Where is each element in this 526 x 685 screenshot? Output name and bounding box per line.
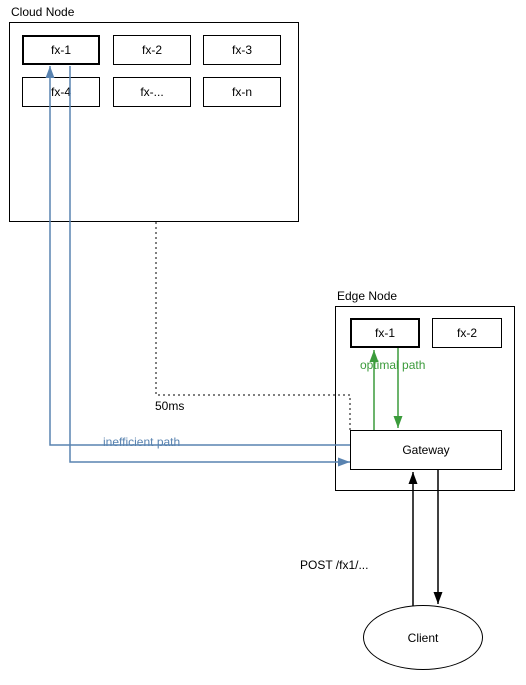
cloud-fx-1: fx-1 bbox=[22, 35, 100, 65]
optimal-path-label: optimal path bbox=[360, 358, 425, 372]
cloud-fx-4: fx-4 bbox=[22, 77, 100, 107]
cloud-node-title: Cloud Node bbox=[11, 5, 74, 19]
edge-fx-1: fx-1 bbox=[350, 318, 420, 348]
inefficient-path-label: inefficient path bbox=[103, 435, 180, 449]
edge-node-title: Edge Node bbox=[337, 289, 397, 303]
cloud-fx-n: fx-n bbox=[203, 77, 281, 107]
cloud-fx-3: fx-3 bbox=[203, 35, 281, 65]
cloud-fx-ellipsis: fx-... bbox=[113, 77, 191, 107]
cloud-fx-2: fx-2 bbox=[113, 35, 191, 65]
client-ellipse: Client bbox=[363, 605, 483, 670]
edge-fx-2: fx-2 bbox=[432, 318, 502, 348]
post-request-label: POST /fx1/... bbox=[300, 558, 368, 572]
gateway-box: Gateway bbox=[350, 430, 502, 470]
latency-label: 50ms bbox=[155, 399, 184, 413]
latency-connector bbox=[156, 222, 350, 430]
